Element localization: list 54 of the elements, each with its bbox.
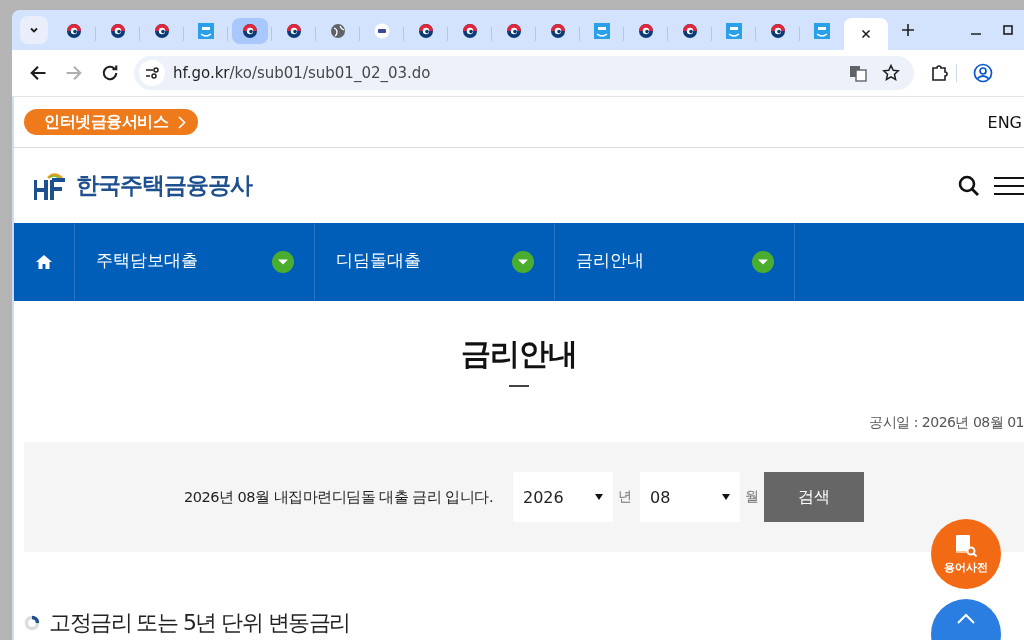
dropdown-arrow-icon — [595, 494, 603, 500]
address-bar[interactable]: hf.go.kr/ko/sub01/sub01_02_03.do — [134, 56, 914, 90]
close-icon[interactable] — [861, 29, 871, 39]
search-icon[interactable] — [958, 174, 980, 197]
section-title: 고정금리 또는 5년 단위 변동금리 — [49, 609, 350, 637]
back-icon[interactable] — [28, 63, 48, 83]
emblem-icon — [682, 23, 698, 39]
rate-message: 2026년 08월 내집마련디딤돌 대출 금리 입니다. — [184, 487, 494, 507]
globe-icon — [330, 23, 346, 39]
dropdown-arrow-icon — [722, 494, 730, 500]
emblem-icon — [66, 23, 82, 39]
plus-icon — [902, 24, 914, 36]
maximize-icon[interactable] — [1003, 25, 1013, 35]
url-text: hf.go.kr/ko/sub01/sub01_02_03.do — [173, 64, 431, 82]
emblem-icon — [418, 23, 434, 39]
emblem-icon — [638, 23, 654, 39]
browser-tab[interactable] — [844, 18, 888, 50]
extensions-icon[interactable] — [930, 63, 950, 83]
app-icon — [198, 23, 214, 39]
language-link[interactable]: ENG — [987, 112, 1022, 132]
emblem-icon — [462, 23, 478, 39]
app-icon — [726, 23, 742, 39]
profile-icon[interactable] — [973, 63, 993, 83]
emblem-icon — [286, 23, 302, 39]
chevron-up-icon — [956, 613, 976, 625]
emblem-icon — [506, 23, 522, 39]
page-title: 금리안내 — [461, 335, 577, 373]
home-icon — [35, 254, 53, 270]
app-icon — [814, 23, 830, 39]
bullet-icon — [24, 615, 40, 631]
emblem-icon — [770, 23, 786, 39]
seal-icon — [374, 23, 390, 39]
chevron-right-icon — [178, 115, 186, 129]
logo-text[interactable]: 한국주택금융공사 — [76, 170, 252, 201]
year-select[interactable]: 2026 — [513, 472, 613, 522]
emblem-icon — [154, 23, 170, 39]
expand-icon[interactable] — [512, 251, 534, 273]
expand-icon[interactable] — [272, 251, 294, 273]
app-icon — [594, 23, 610, 39]
search-button[interactable]: 검색 — [764, 472, 864, 522]
notice-date: 공시일 : 2026년 08월 01 — [868, 414, 1024, 432]
translate-icon[interactable] — [848, 63, 868, 83]
expand-icon[interactable] — [752, 251, 774, 273]
book-search-icon — [954, 533, 978, 558]
emblem-icon — [550, 23, 566, 39]
site-info-icon[interactable] — [139, 60, 165, 86]
emblem-icon — [110, 23, 126, 39]
menu-icon[interactable] — [994, 175, 1024, 196]
month-select[interactable]: 08 — [640, 472, 740, 522]
reload-icon[interactable] — [100, 63, 120, 83]
unit-label: 월 — [744, 488, 760, 506]
emblem-icon — [242, 23, 258, 39]
unit-label: 년 — [617, 488, 633, 506]
star-icon[interactable] — [882, 64, 900, 82]
